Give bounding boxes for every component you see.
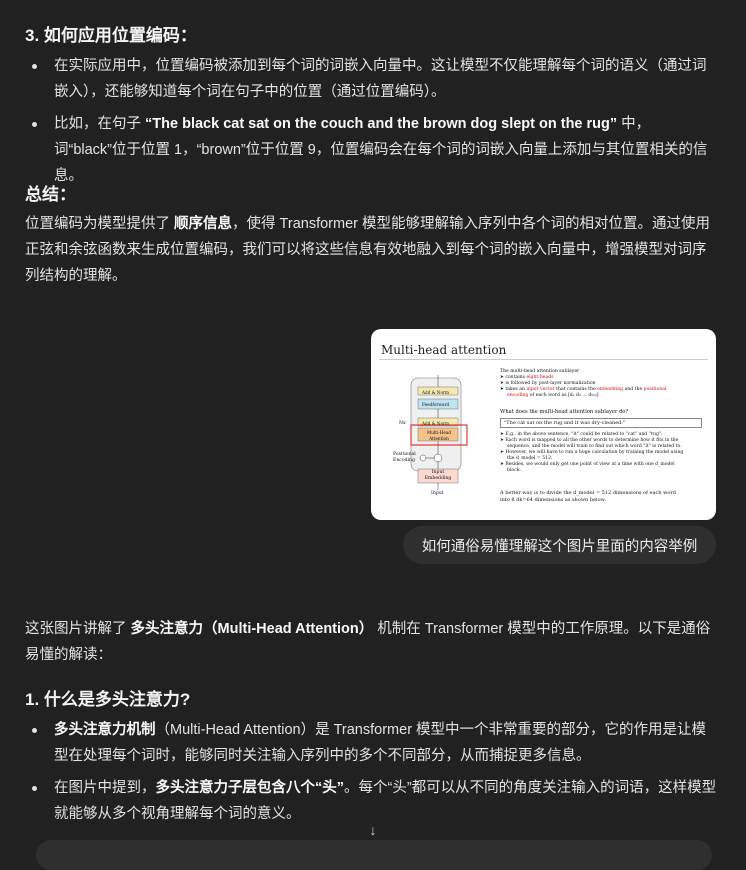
attachment-title: Multi-head attention <box>381 343 507 357</box>
att-question: What does the multi-head attention subla… <box>500 409 629 415</box>
list-item-text: 比如，在句子 “The black cat sat on the couch a… <box>54 116 708 184</box>
mha-label: Multi-Head Attention <box>426 430 452 442</box>
attached-image[interactable]: Multi-head attention Nx Add & Norm Feedf… <box>371 329 716 520</box>
list-item-text: 在图片中提到，多头注意力子层包含八个“头”。每个“头”都可以从不同的角度关注输入… <box>54 780 717 822</box>
summary-paragraph: 位置编码为模型提供了 顺序信息，使得 Transformer 模型能够理解输入序… <box>25 216 711 284</box>
att-line: encoding of each word as [d₁ d₂ … d₅₁₂] <box>507 393 599 398</box>
pos-enc-label: Positional Encoding <box>393 452 416 464</box>
bullet-dot <box>32 122 37 127</box>
summary-heading: 总结： <box>25 185 76 204</box>
nx-label: Nx <box>399 421 406 426</box>
divider <box>379 359 708 360</box>
feedforward-label: Feedforward <box>422 402 450 407</box>
list-item: 多头注意力机制（Multi-Head Attention）是 Transform… <box>28 717 718 769</box>
input-embedding-label: Input Embedding <box>424 470 452 482</box>
att-line: into 8 dk=64 dimensions as shown below. <box>500 497 606 503</box>
list-item: 在实际应用中，位置编码被添加到每个词的词嵌入向量中。这让模型不仅能理解每个词的语… <box>28 53 718 105</box>
list-item-text: 在实际应用中，位置编码被添加到每个词的词嵌入向量中。这让模型不仅能理解每个词的语… <box>54 58 707 100</box>
reply-intro: 这张图片讲解了 多头注意力（Multi-Head Attention） 机制在 … <box>25 621 711 663</box>
att-line: block. <box>507 468 521 473</box>
list-item: 比如，在句子 “The black cat sat on the couch a… <box>28 111 718 189</box>
att-quote: "The cat sat on the rug and it was dry-c… <box>500 418 702 428</box>
att-line: ➤ Besides, we would only get one point o… <box>500 462 675 467</box>
add-norm-label: Add & Norm <box>422 421 449 426</box>
bullet-dot <box>32 64 37 69</box>
att-line: A better way is to divide the d_model = … <box>500 490 676 496</box>
reply-heading: 1. 什么是多头注意力? <box>25 690 191 709</box>
add-norm-label: Add & Norm <box>422 390 449 395</box>
arrow-down-icon[interactable]: ↓ <box>363 820 383 840</box>
user-message-bubble: 如何通俗易懂理解这个图片里面的内容举例 <box>403 526 716 564</box>
bullet-dot <box>32 786 37 791</box>
list-item-text: 多头注意力机制（Multi-Head Attention）是 Transform… <box>54 722 707 764</box>
section-heading: 3. 如何应用位置编码： <box>25 26 197 45</box>
input-label: Input <box>431 491 444 496</box>
bullet-dot <box>32 728 37 733</box>
